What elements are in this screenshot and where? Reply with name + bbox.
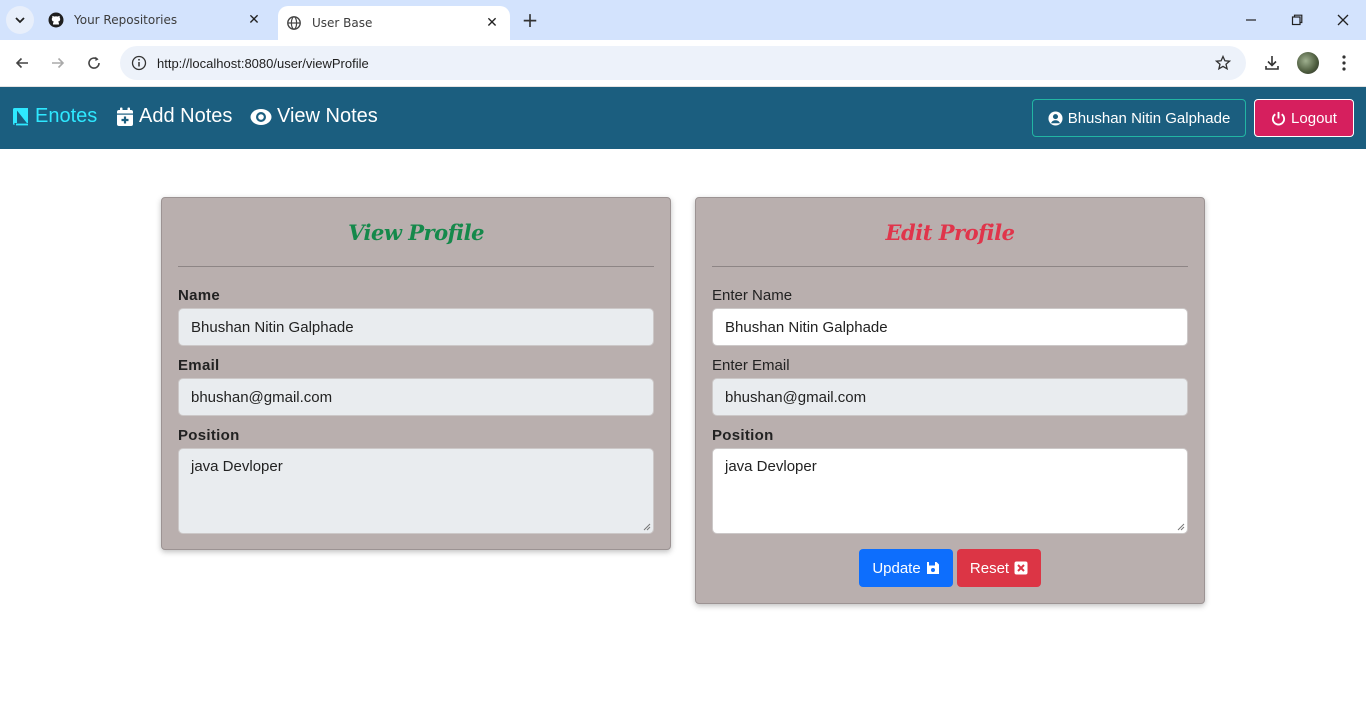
site-info-icon[interactable] <box>122 46 156 80</box>
email-input-readonly: bhushan@gmail.com <box>712 378 1188 416</box>
name-field-readonly: Bhushan Nitin Galphade <box>178 308 654 346</box>
power-icon <box>1271 111 1286 125</box>
floppy-disk-icon <box>926 562 939 574</box>
bookmark-star-icon[interactable] <box>1214 54 1232 72</box>
view-profile-title: View Profile <box>348 220 484 245</box>
resize-grip-icon[interactable] <box>643 523 651 531</box>
resize-grip-icon[interactable] <box>1177 523 1185 531</box>
x-square-icon <box>1014 561 1028 575</box>
logout-button[interactable]: Logout <box>1254 99 1354 137</box>
calendar-plus-icon <box>117 107 133 126</box>
brand-text: Enotes <box>35 105 98 127</box>
new-tab-icon[interactable]: + <box>518 8 542 32</box>
user-name-label: Bhushan Nitin Galphade <box>1067 109 1231 127</box>
email-field-readonly: bhushan@gmail.com <box>178 378 654 416</box>
edit-profile-title: Edit Profile <box>885 220 1015 245</box>
book-icon <box>13 107 28 126</box>
position-text: java Devloper <box>191 458 283 475</box>
brand-link[interactable]: Enotes <box>12 105 97 128</box>
eye-icon <box>250 108 272 125</box>
update-button[interactable]: Update <box>859 549 953 587</box>
chevron-down-icon <box>15 17 25 24</box>
reset-label: Reset <box>969 559 1010 577</box>
restore-icon[interactable] <box>1274 0 1320 40</box>
browser-toolbar: http://localhost:8080/user/viewProfile <box>0 40 1366 87</box>
enter-email-label: Enter Email <box>712 357 790 374</box>
nav-add-notes-label: Add Notes <box>139 105 233 127</box>
nav-view-notes[interactable]: View Notes <box>250 105 378 128</box>
divider <box>712 266 1188 267</box>
url-text: http://localhost:8080/user/viewProfile <box>157 55 369 71</box>
position-text: java Devloper <box>725 458 817 475</box>
minimize-icon[interactable] <box>1228 0 1274 40</box>
position-textarea-readonly: java Devloper <box>178 448 654 534</box>
download-icon[interactable] <box>1260 51 1284 75</box>
position-textarea[interactable]: java Devloper <box>712 448 1188 534</box>
reload-icon[interactable] <box>80 49 108 77</box>
reset-button[interactable]: Reset <box>957 549 1041 587</box>
close-window-icon[interactable] <box>1320 0 1366 40</box>
view-profile-card: View Profile Name Bhushan Nitin Galphade… <box>161 197 671 550</box>
email-label: Email <box>178 357 220 374</box>
name-input[interactable]: Bhushan Nitin Galphade <box>712 308 1188 346</box>
back-icon[interactable] <box>8 49 36 77</box>
profile-avatar-icon[interactable] <box>1296 51 1320 75</box>
position-label: Position <box>178 427 240 444</box>
more-menu-icon[interactable] <box>1332 51 1356 75</box>
close-tab-icon[interactable]: ✕ <box>244 10 264 30</box>
github-icon <box>48 12 64 28</box>
divider <box>178 266 654 267</box>
tab-your-repositories[interactable]: Your Repositories ✕ <box>40 0 272 40</box>
position-label: Position <box>712 427 774 444</box>
close-tab-icon[interactable]: ✕ <box>482 13 502 33</box>
logout-label: Logout <box>1291 109 1337 127</box>
tab-search-button[interactable] <box>6 6 34 34</box>
nav-add-notes[interactable]: Add Notes <box>116 105 232 128</box>
update-label: Update <box>872 559 921 577</box>
address-bar[interactable]: http://localhost:8080/user/viewProfile <box>120 46 1246 80</box>
browser-tabstrip: Your Repositories ✕ User Base ✕ + <box>0 0 1366 40</box>
forward-icon[interactable] <box>44 49 72 77</box>
nav-view-notes-label: View Notes <box>277 105 378 127</box>
user-circle-icon <box>1048 110 1063 126</box>
edit-profile-card: Edit Profile Enter Name Bhushan Nitin Ga… <box>695 197 1205 604</box>
tab-title: Your Repositories <box>74 13 178 27</box>
tab-user-base[interactable]: User Base ✕ <box>278 6 510 40</box>
tab-title: User Base <box>312 16 373 30</box>
enter-name-label: Enter Name <box>712 287 793 304</box>
name-label: Name <box>178 287 221 304</box>
globe-icon <box>286 15 302 31</box>
user-profile-button[interactable]: Bhushan Nitin Galphade <box>1032 99 1246 137</box>
